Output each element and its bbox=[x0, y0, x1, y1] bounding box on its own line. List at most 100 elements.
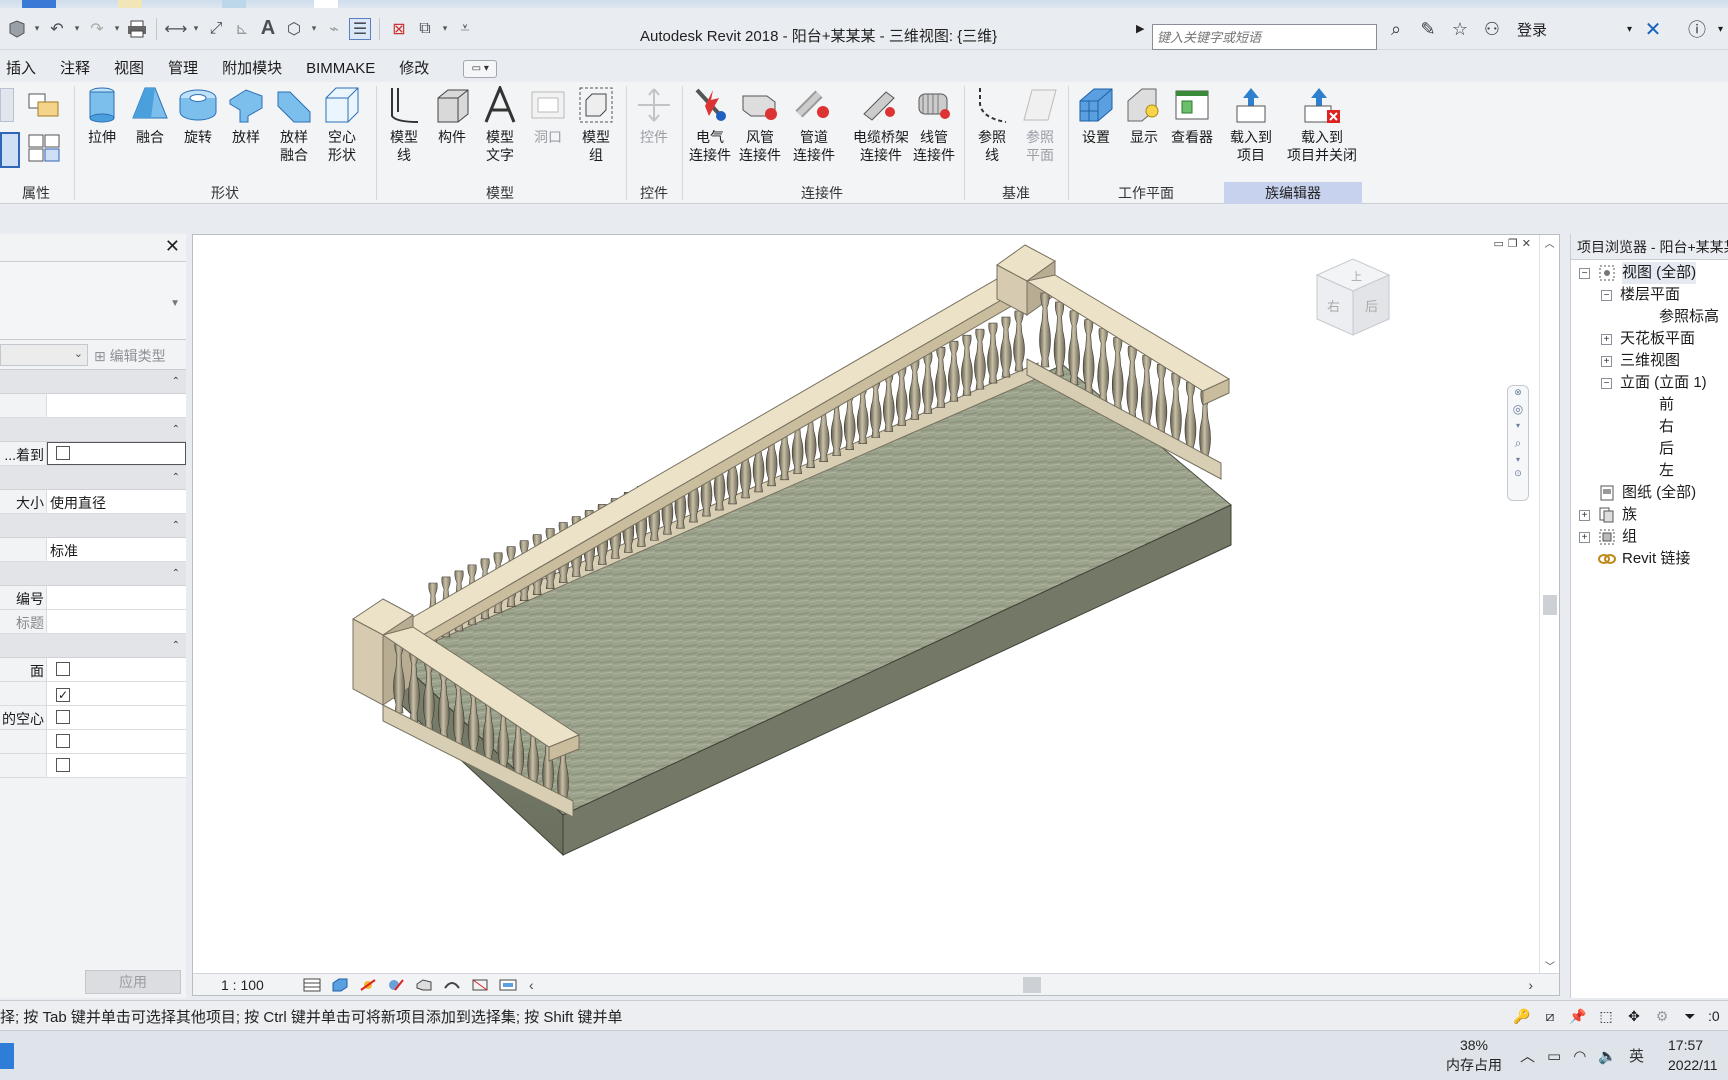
apply-button[interactable]: 应用 bbox=[85, 970, 181, 994]
ribbon-minimize-toggle[interactable]: ▭ ▾ bbox=[463, 60, 498, 78]
tree-families[interactable]: + 族 bbox=[1579, 504, 1637, 526]
background-process-icon[interactable]: ⚙ bbox=[1652, 1006, 1672, 1026]
select-links-icon[interactable]: 🔑 bbox=[1512, 1006, 1532, 1026]
workplane-viewer-button[interactable]: 查看器 bbox=[1166, 86, 1218, 146]
user-icon[interactable]: ⚇ bbox=[1481, 18, 1503, 40]
aligned-dimension-icon[interactable]: ⤢ bbox=[205, 18, 227, 40]
render-icon[interactable] bbox=[413, 977, 435, 993]
extrusion-button[interactable]: 拉伸 bbox=[76, 86, 128, 146]
print-icon[interactable] bbox=[126, 18, 148, 40]
close-hidden-windows-icon[interactable]: ⊠ bbox=[388, 18, 410, 40]
collapse-icon[interactable]: − bbox=[1579, 267, 1590, 279]
reference-line-button[interactable]: 参照 线 bbox=[966, 86, 1018, 164]
section-icon[interactable]: ⌁ bbox=[323, 18, 345, 40]
expand-icon[interactable]: + bbox=[1601, 355, 1612, 367]
chevron-down-icon[interactable]: ▾ bbox=[1508, 454, 1528, 466]
sun-path-icon[interactable] bbox=[357, 977, 379, 993]
default-3d-view-icon[interactable]: ⬡ bbox=[283, 18, 305, 40]
expand-icon[interactable]: + bbox=[1579, 531, 1590, 543]
customize-toolbar-icon[interactable]: ⩡ bbox=[454, 18, 476, 40]
load-into-project-button[interactable]: 载入到 项目 bbox=[1224, 86, 1278, 164]
redo-icon[interactable]: ↷ bbox=[86, 18, 108, 40]
select-pinned-icon[interactable]: 📌 bbox=[1568, 1006, 1588, 1026]
close-icon[interactable]: ✕ bbox=[1522, 237, 1531, 250]
swept-blend-button[interactable]: 放样 融合 bbox=[268, 86, 320, 164]
property-checkbox[interactable] bbox=[56, 734, 70, 748]
tree-elevation-right[interactable]: 右 bbox=[1659, 416, 1674, 438]
family-types-icon[interactable] bbox=[0, 88, 14, 122]
model-text-button[interactable]: 模型 文字 bbox=[474, 86, 526, 164]
property-checkbox[interactable] bbox=[56, 758, 70, 772]
blend-button[interactable]: 融合 bbox=[124, 86, 176, 146]
edit-type-button[interactable]: ⊞ 编辑类型 bbox=[94, 346, 166, 366]
shadows-icon[interactable] bbox=[385, 977, 407, 993]
family-category-icon[interactable] bbox=[28, 90, 62, 123]
binoculars-icon[interactable]: ⌕ bbox=[1385, 18, 1407, 40]
select-underlay-icon[interactable]: ⧄ bbox=[1540, 1006, 1560, 1026]
tree-elevations[interactable]: − 立面 (立面 1) bbox=[1601, 372, 1707, 394]
chevron-up-icon[interactable]: ︿ bbox=[1520, 1045, 1535, 1066]
expand-icon[interactable]: + bbox=[1601, 333, 1612, 345]
model-line-button[interactable]: 模型 线 bbox=[378, 86, 430, 164]
chevron-down-icon[interactable]: ﹀ bbox=[1540, 958, 1560, 973]
star-icon[interactable]: ☆ bbox=[1449, 18, 1471, 40]
chevron-up-icon[interactable]: ︿ bbox=[1540, 235, 1559, 250]
property-group-header[interactable]: ⌃ bbox=[0, 418, 186, 442]
exchange-apps-icon[interactable]: ✕ bbox=[1642, 18, 1664, 41]
tree-ref-level[interactable]: 参照标高 bbox=[1659, 306, 1719, 328]
tree-views-all[interactable]: − 视图 (全部) bbox=[1579, 262, 1697, 284]
chevron-down-icon[interactable]: ▾ bbox=[309, 23, 319, 34]
property-checkbox[interactable] bbox=[56, 710, 70, 724]
tab-annotate[interactable]: 注释 bbox=[48, 56, 102, 82]
property-checkbox[interactable] bbox=[56, 446, 70, 460]
family-parameters-icon[interactable] bbox=[28, 134, 62, 167]
steering-wheel-icon[interactable]: ◎ bbox=[1508, 398, 1528, 420]
expand-icon[interactable]: + bbox=[1579, 509, 1590, 521]
chevron-right-icon[interactable]: ▶ bbox=[1136, 8, 1144, 50]
view-cube[interactable]: 上 右 后 bbox=[1315, 258, 1391, 336]
zoom-icon[interactable]: ⌕ bbox=[1508, 432, 1528, 454]
vertical-scrollbar[interactable]: ︿ ﹀ bbox=[1539, 235, 1559, 975]
help-icon[interactable]: ⓘ bbox=[1686, 18, 1708, 40]
thin-lines-icon[interactable]: ☰ bbox=[349, 17, 371, 40]
tree-3d-views[interactable]: + 三维视图 bbox=[1601, 350, 1680, 372]
type-selector[interactable]: ▼ bbox=[0, 262, 186, 340]
undo-icon[interactable]: ↶ bbox=[46, 18, 68, 40]
collapse-icon[interactable]: − bbox=[1601, 289, 1612, 301]
duct-connector-button[interactable]: 风管 连接件 bbox=[734, 86, 786, 164]
chevron-down-icon[interactable]: ▾ bbox=[440, 23, 450, 34]
select-by-face-icon[interactable]: ⬚ bbox=[1596, 1006, 1616, 1026]
chevron-down-icon[interactable]: ▾ bbox=[1627, 24, 1632, 35]
tab-bimmake[interactable]: BIMMAKE bbox=[294, 56, 387, 82]
chevron-down-icon[interactable]: ▾ bbox=[1508, 420, 1528, 432]
restore-icon[interactable]: ❐ bbox=[1508, 237, 1518, 250]
crop-view-icon[interactable] bbox=[441, 977, 463, 993]
chevron-down-icon[interactable]: ▾ bbox=[1718, 24, 1723, 35]
instance-filter-dropdown[interactable]: ⌄ bbox=[0, 344, 88, 366]
set-workplane-button[interactable]: 设置 bbox=[1070, 86, 1122, 146]
tree-elevation-left[interactable]: 左 bbox=[1659, 460, 1674, 482]
tab-view[interactable]: 视图 bbox=[102, 56, 156, 82]
3d-view-canvas[interactable]: 上 右 后 ▭ ❐ ✕ ︿ ﹀ ⊗ ◎ ▾ ⌕ ▾ ⊙ 英 ; 👕 bbox=[192, 234, 1728, 1080]
chevron-down-icon[interactable]: ▾ bbox=[191, 23, 201, 34]
settings-dot-icon[interactable]: ⊙ bbox=[1508, 466, 1528, 480]
tab-addins[interactable]: 附加模块 bbox=[210, 56, 294, 82]
taskbar-clock[interactable]: 17:57 2022/11 bbox=[1668, 1035, 1728, 1075]
volume-icon[interactable]: 🔈 bbox=[1598, 1047, 1617, 1065]
property-group-header[interactable]: ⌃ bbox=[0, 370, 186, 394]
search-input[interactable] bbox=[1152, 24, 1377, 50]
chevron-down-icon[interactable]: ▼ bbox=[170, 298, 180, 309]
view-scale[interactable]: 1 : 100 bbox=[221, 977, 301, 993]
battery-icon[interactable]: ▭ bbox=[1547, 1047, 1561, 1065]
taskbar-app-icon[interactable] bbox=[0, 1043, 14, 1069]
horizontal-scrollbar-thumb[interactable] bbox=[1023, 977, 1041, 993]
scrollbar-thumb[interactable] bbox=[1543, 595, 1557, 615]
measure-icon[interactable]: ⟷ bbox=[165, 18, 188, 40]
subscription-icon[interactable]: ✎ bbox=[1417, 18, 1439, 40]
property-checkbox[interactable] bbox=[56, 662, 70, 676]
show-crop-region-icon[interactable] bbox=[469, 977, 491, 993]
filter-icon[interactable]: ⏷ bbox=[1680, 1006, 1700, 1026]
tab-manage[interactable]: 管理 bbox=[156, 56, 210, 82]
collapse-icon[interactable]: − bbox=[1601, 377, 1612, 389]
temporary-hide-icon[interactable] bbox=[497, 977, 519, 993]
